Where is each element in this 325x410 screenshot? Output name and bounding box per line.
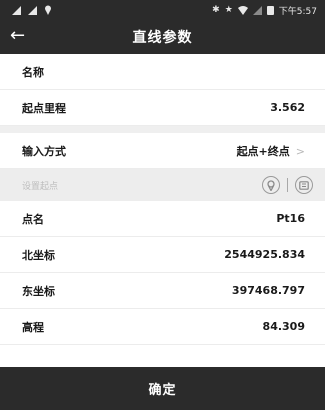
chevron-right-icon: > (295, 144, 305, 158)
system-icons: ✱ ★ 下午5:57 (212, 4, 317, 17)
elevation-value[interactable]: 84.309 (263, 320, 305, 333)
east-coordinate-row[interactable]: 东坐标 397468.797 (0, 273, 325, 309)
north-coordinate-row[interactable]: 北坐标 2544925.834 (0, 237, 325, 273)
wifi-icon (237, 5, 248, 15)
icon-separator (287, 178, 288, 192)
input-mode-row[interactable]: 输入方式 起点+终点 > (0, 133, 325, 169)
input-mode-label: 输入方式 (22, 144, 66, 158)
input-mode-value: 起点+终点 (236, 144, 290, 158)
set-start-label: 设置起点 (22, 181, 59, 192)
elevation-row[interactable]: 高程 84.309 (0, 309, 325, 345)
location-pin-icon[interactable] (262, 176, 280, 194)
start-mileage-row[interactable]: 起点里程 3.562 (0, 90, 325, 126)
back-arrow-icon[interactable]: ← (10, 25, 25, 47)
input-mode-selector[interactable]: 起点+终点 > (237, 143, 305, 159)
elevation-label: 高程 (22, 320, 44, 334)
point-list-icon[interactable] (295, 176, 313, 194)
page-title: 直线参数 (132, 30, 193, 46)
confirm-button[interactable]: 确定 (0, 367, 325, 410)
star-icon: ★ (224, 5, 233, 15)
start-mileage-label: 起点里程 (22, 101, 66, 115)
section-divider (0, 126, 325, 133)
notification-icon (28, 5, 37, 15)
bluetooth-icon: ✱ (212, 5, 220, 15)
location-icon (45, 5, 51, 15)
start-mileage-value[interactable]: 3.562 (270, 101, 305, 114)
battery-icon (266, 5, 274, 15)
name-row[interactable]: 名称 (0, 54, 325, 90)
notification-icons (12, 5, 52, 15)
notification-icon (12, 5, 21, 15)
north-coordinate-label: 北坐标 (22, 248, 55, 262)
signal-icon (252, 5, 262, 15)
set-start-actions (262, 176, 313, 194)
east-coordinate-value[interactable]: 397468.797 (232, 284, 305, 297)
clock-time: 下午5:57 (278, 6, 317, 17)
point-name-label: 点名 (22, 212, 44, 226)
name-label: 名称 (22, 65, 44, 79)
north-coordinate-value[interactable]: 2544925.834 (224, 248, 305, 261)
east-coordinate-label: 东坐标 (22, 284, 55, 298)
status-bar: ✱ ★ 下午5:57 (0, 0, 325, 20)
point-name-row[interactable]: 点名 Pt16 (0, 201, 325, 237)
app-bar: ← 直线参数 (0, 20, 325, 54)
point-name-value[interactable]: Pt16 (276, 212, 305, 225)
set-start-point-bar: 设置起点 (0, 169, 325, 201)
